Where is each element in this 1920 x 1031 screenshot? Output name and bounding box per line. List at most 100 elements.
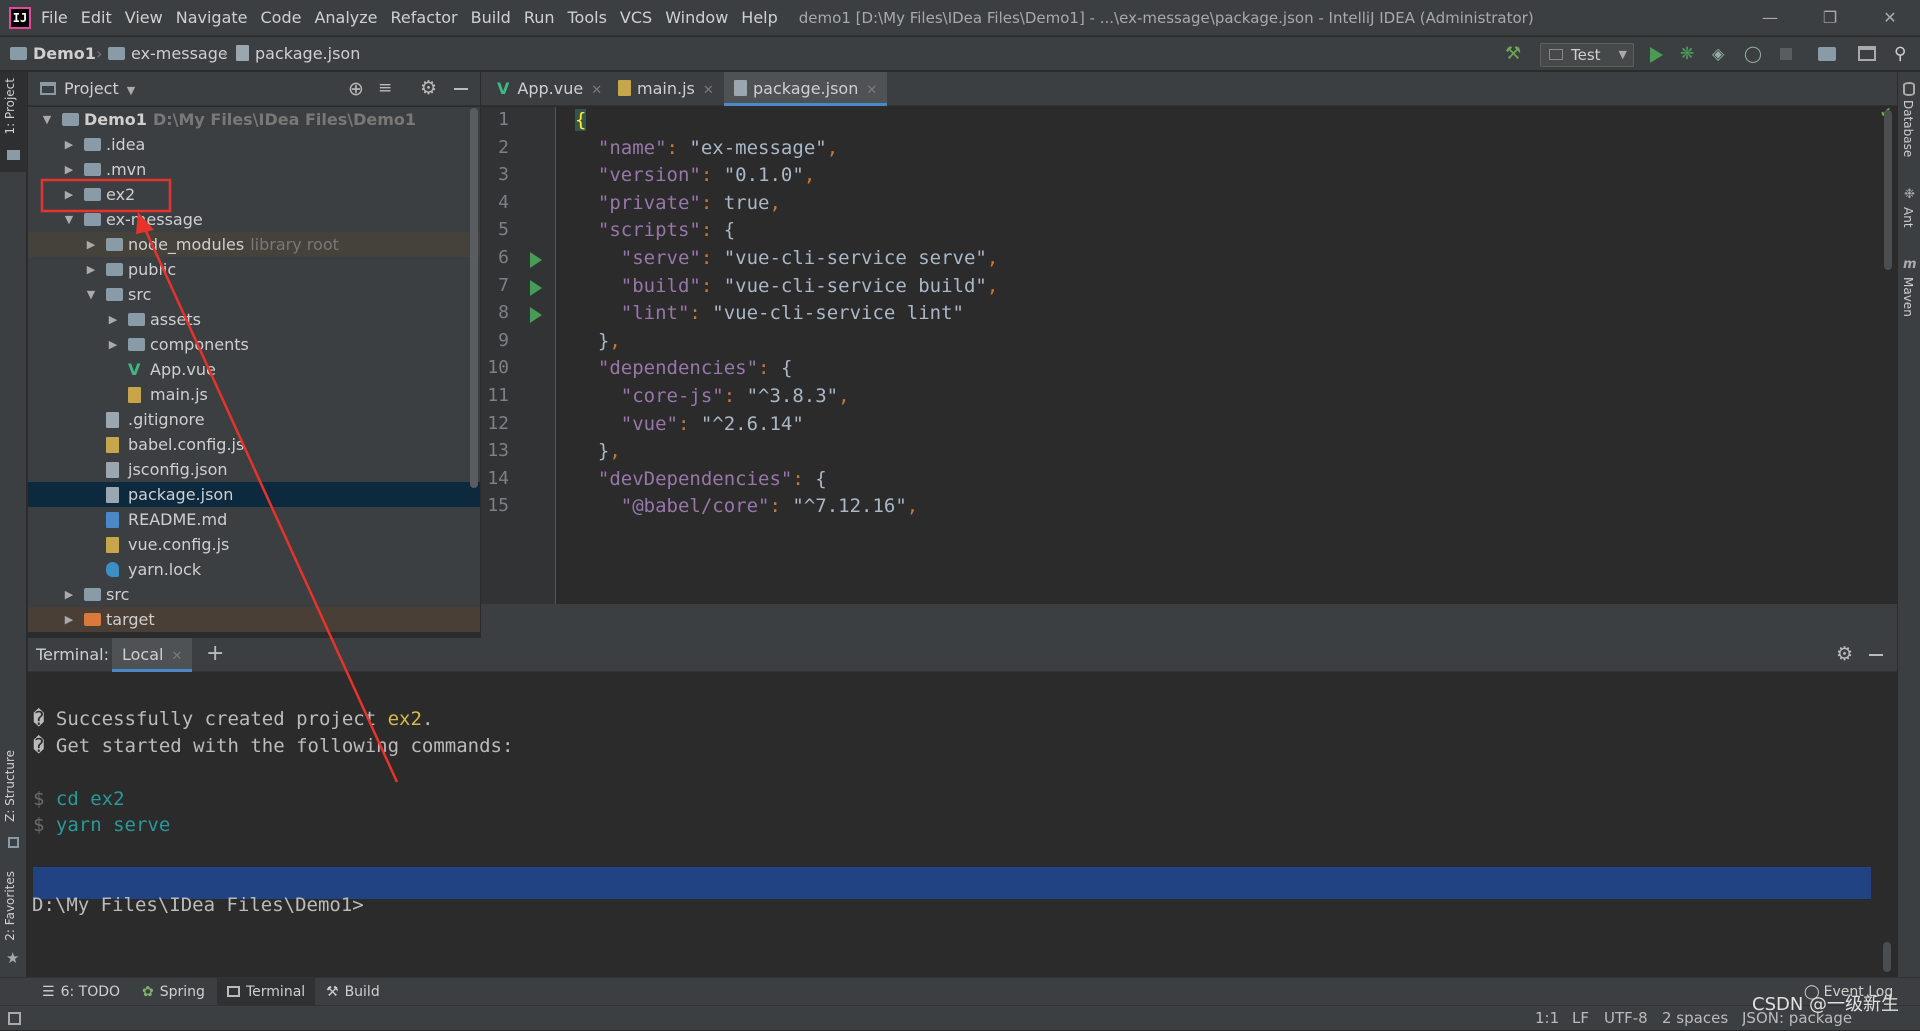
menu-code[interactable]: Code xyxy=(261,8,302,27)
tree-item[interactable]: V App.vue xyxy=(28,357,480,382)
run-script-icon[interactable] xyxy=(530,279,542,296)
tree-scrollbar[interactable] xyxy=(470,108,478,488)
database-strip-button[interactable]: Database xyxy=(1898,82,1920,162)
tree-item[interactable]: vue.config.js xyxy=(28,532,480,557)
tab-app-vue[interactable]: V App.vue ✕ xyxy=(487,72,612,106)
tree-item[interactable]: babel.config.js xyxy=(28,432,480,457)
tree-item[interactable]: package.json xyxy=(28,482,480,507)
menu-edit[interactable]: Edit xyxy=(81,8,112,27)
build-hammer-icon[interactable]: ⚒ xyxy=(1505,43,1521,65)
menu-navigate[interactable]: Navigate xyxy=(176,8,248,27)
coverage-icon[interactable]: ◈ xyxy=(1712,43,1724,65)
chevron-down-icon[interactable]: ▼ xyxy=(40,107,54,132)
maven-strip-button[interactable]: m Maven xyxy=(1898,257,1920,337)
tree-item[interactable]: ▼ Demo1 D:\My Files\IDea Files\Demo1 xyxy=(28,107,480,132)
search-everywhere-icon[interactable]: ⚲ xyxy=(1894,43,1906,65)
tab-main-js[interactable]: main.js ✕ xyxy=(608,72,724,106)
panel-divider[interactable] xyxy=(481,604,1897,638)
project-structure-icon[interactable] xyxy=(1818,47,1836,61)
tab-package-json[interactable]: package.json ✕ xyxy=(724,72,888,106)
debug-bug-icon[interactable]: ❋ xyxy=(1680,43,1694,65)
menu-run[interactable]: Run xyxy=(524,8,555,27)
tree-item[interactable]: ▶ src xyxy=(28,582,480,607)
chevron-down-icon[interactable]: ▼ xyxy=(62,207,76,232)
tree-item[interactable]: ▶ public xyxy=(28,257,480,282)
menu-analyze[interactable]: Analyze xyxy=(314,8,377,27)
close-tab-icon[interactable]: ✕ xyxy=(866,83,877,98)
file-encoding[interactable]: UTF-8 xyxy=(1604,1006,1648,1031)
tree-item[interactable]: ▼ src xyxy=(28,282,480,307)
locate-target-icon[interactable]: ⊕ xyxy=(348,78,364,100)
project-view-select[interactable]: Project ▼ xyxy=(64,72,135,106)
breadcrumb-demo1[interactable]: Demo1 xyxy=(10,37,96,71)
tool-window-todo[interactable]: ☰ 6: TODO xyxy=(34,978,128,1006)
tree-item[interactable]: ▶ components xyxy=(28,332,480,357)
restore-icon[interactable]: ❐ xyxy=(1800,0,1860,36)
window-layout-icon[interactable] xyxy=(1858,46,1876,61)
structure-strip-button[interactable]: Z: Structure xyxy=(0,742,27,862)
menu-vcs[interactable]: VCS xyxy=(620,8,652,27)
favorites-strip-button[interactable]: 2: Favorites ★ xyxy=(0,867,27,977)
minimize-icon[interactable]: — xyxy=(1740,0,1800,36)
menu-window[interactable]: Window xyxy=(665,8,728,27)
tool-window-spring[interactable]: ✿ Spring xyxy=(134,978,213,1006)
tool-window-terminal[interactable]: Terminal xyxy=(217,978,316,1006)
menu-view[interactable]: View xyxy=(125,8,163,27)
terminal-output[interactable]: � Successfully created project ex2. � Ge… xyxy=(28,672,1897,977)
menu-file[interactable]: File xyxy=(41,8,68,27)
hide-panel-icon[interactable] xyxy=(1869,654,1883,656)
chevron-right-icon[interactable]: ▶ xyxy=(62,582,76,607)
tool-window-build[interactable]: ⚒ Build xyxy=(318,978,388,1006)
menu-refactor[interactable]: Refactor xyxy=(391,8,458,27)
tree-item[interactable]: main.js xyxy=(28,382,480,407)
editor-scrollbar[interactable] xyxy=(1884,110,1892,270)
ant-strip-button[interactable]: ❉ Ant xyxy=(1898,187,1920,247)
line-separator[interactable]: LF xyxy=(1572,1006,1589,1031)
code-editor[interactable]: { "name": "ex-message", "version": "0.1.… xyxy=(557,107,1877,604)
menu-help[interactable]: Help xyxy=(741,8,777,27)
terminal-scrollbar[interactable] xyxy=(1883,942,1891,972)
tree-item[interactable]: ▶ node_modules library root xyxy=(28,232,480,257)
gear-icon[interactable]: ⚙ xyxy=(1836,643,1853,665)
project-strip-button[interactable]: 1: Project xyxy=(0,72,27,172)
chevron-right-icon[interactable]: ▶ xyxy=(106,332,120,357)
tree-item[interactable]: ▶ ex2 xyxy=(28,182,480,207)
tree-item[interactable]: ▼ ex-message xyxy=(28,207,480,232)
indent-setting[interactable]: 2 spaces xyxy=(1662,1006,1728,1031)
caret-position[interactable]: 1:1 xyxy=(1535,1006,1559,1031)
tree-item[interactable]: jsconfig.json xyxy=(28,457,480,482)
chevron-right-icon[interactable]: ▶ xyxy=(62,157,76,182)
profile-icon[interactable]: ◯ xyxy=(1744,43,1762,65)
run-config-select[interactable]: Test ▼ xyxy=(1540,43,1634,67)
chevron-right-icon[interactable]: ▶ xyxy=(62,182,76,207)
terminal-tab-local[interactable]: Local ✕ xyxy=(112,638,193,672)
tree-item[interactable]: .gitignore xyxy=(28,407,480,432)
menu-tools[interactable]: Tools xyxy=(568,8,607,27)
close-tab-icon[interactable]: ✕ xyxy=(703,83,714,98)
tree-item[interactable]: yarn.lock xyxy=(28,557,480,582)
stop-icon[interactable] xyxy=(1780,48,1792,60)
chevron-down-icon[interactable]: ▼ xyxy=(84,282,98,307)
run-script-icon[interactable] xyxy=(530,252,542,268)
chevron-right-icon[interactable]: ▶ xyxy=(106,307,120,332)
breadcrumb-ex-message[interactable]: ex-message xyxy=(108,37,228,71)
tree-item[interactable]: ▶ target xyxy=(28,607,480,632)
close-icon[interactable]: ✕ xyxy=(1860,0,1920,36)
chevron-right-icon[interactable]: ▶ xyxy=(84,257,98,282)
menu-build[interactable]: Build xyxy=(471,8,511,27)
tree-item[interactable]: ▶ assets xyxy=(28,307,480,332)
gear-icon[interactable]: ⚙ xyxy=(420,77,437,99)
breadcrumb-package-json[interactable]: package.json xyxy=(236,37,360,71)
run-script-icon[interactable] xyxy=(530,307,542,324)
tree-item[interactable]: README.md xyxy=(28,507,480,532)
tree-item[interactable]: ▶ .idea xyxy=(28,132,480,157)
collapse-all-icon[interactable]: ≡ xyxy=(378,78,392,98)
new-terminal-button[interactable]: + xyxy=(206,638,224,672)
chevron-right-icon[interactable]: ▶ xyxy=(84,232,98,257)
tree-item[interactable]: ▶ .mvn xyxy=(28,157,480,182)
close-tab-icon[interactable]: ✕ xyxy=(591,83,602,98)
chevron-right-icon[interactable]: ▶ xyxy=(62,132,76,157)
hide-panel-icon[interactable] xyxy=(454,88,468,90)
run-icon[interactable] xyxy=(1650,47,1663,63)
toggle-tool-windows-icon[interactable] xyxy=(8,1012,21,1025)
